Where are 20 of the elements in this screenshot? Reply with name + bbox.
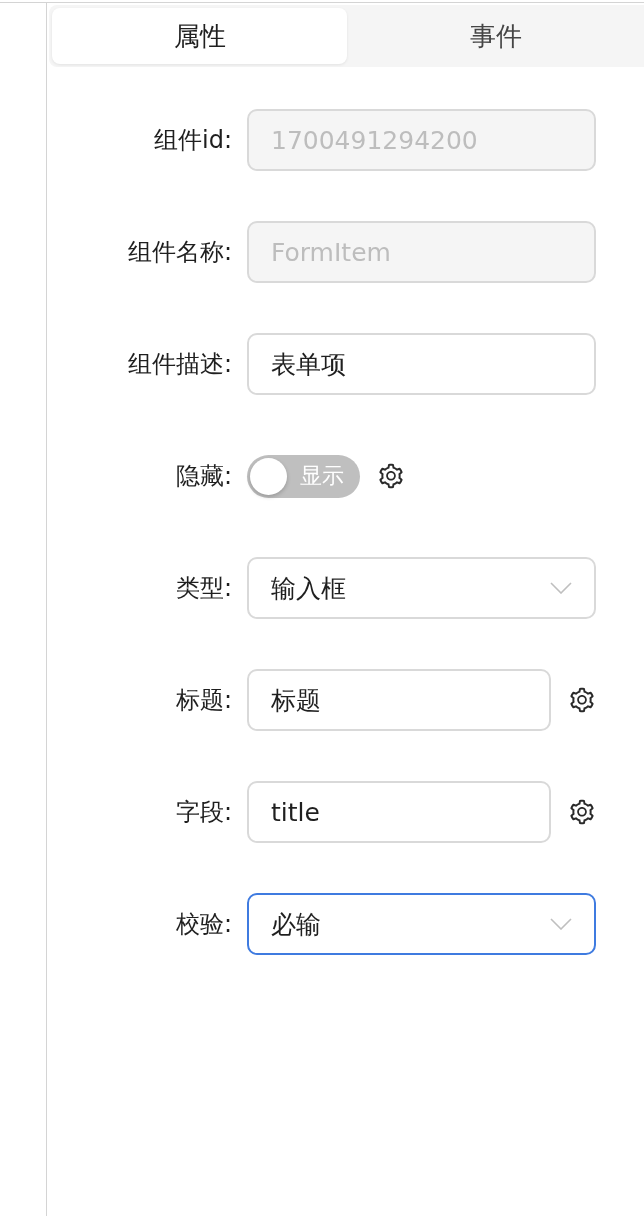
settings-icon[interactable]	[377, 462, 405, 490]
field-label: 隐藏:	[175, 461, 232, 492]
tab[interactable]: 属性	[52, 8, 347, 64]
field-label: 组件描述:	[127, 349, 232, 380]
text-field[interactable]: 表单项	[247, 333, 596, 395]
field-label: 字段:	[175, 797, 232, 828]
settings-icon[interactable]	[568, 798, 596, 826]
field-label: 组件id:	[154, 125, 232, 156]
field-label: 标题:	[175, 685, 232, 716]
field-label: 组件名称:	[127, 237, 232, 268]
settings-icon[interactable]	[568, 686, 596, 714]
text-field[interactable]: 标题	[247, 669, 551, 731]
field-label: 类型:	[175, 573, 232, 604]
field-label: 校验:	[175, 909, 232, 940]
text-field[interactable]: title	[247, 781, 551, 843]
select-field[interactable]: 输入框	[247, 557, 596, 619]
tab[interactable]: 事件	[347, 8, 644, 64]
chevron-down-icon	[550, 582, 572, 594]
select-field[interactable]: 必输	[247, 893, 596, 955]
chevron-down-icon	[550, 918, 572, 930]
